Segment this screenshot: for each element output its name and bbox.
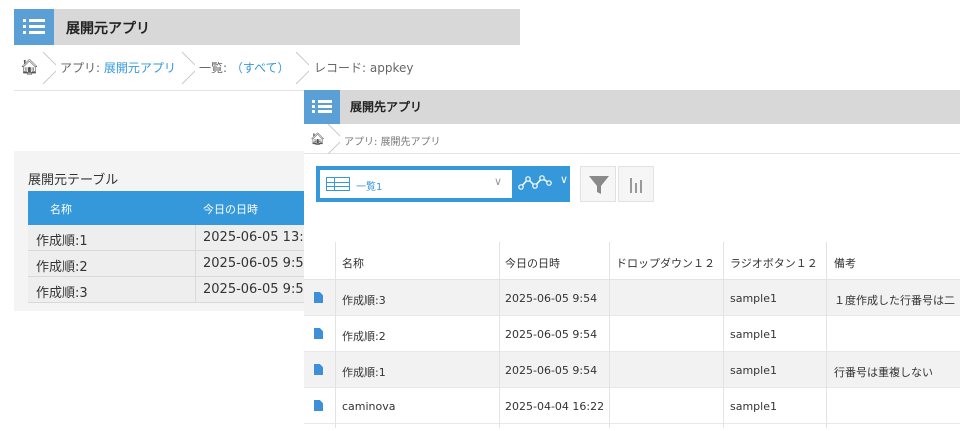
table-view-icon: [326, 177, 350, 191]
source-app-title: 展開元アプリ: [66, 21, 150, 37]
view-name: 一覧1: [356, 182, 383, 193]
breadcrumb: 🏠︎ アプリ: 展開元アプリ 一覧: （すべて） レコード: appkey: [14, 45, 520, 91]
view-dropdown[interactable]: 一覧1 ∨: [320, 170, 512, 198]
chevron-down-icon[interactable]: ∨: [560, 173, 568, 186]
column-header-notes[interactable]: 備考: [834, 255, 856, 271]
table-row[interactable]: 作成順:2 2025-06-05 9:54 sample1: [304, 316, 960, 352]
home-icon[interactable]: 🏠︎: [310, 132, 325, 146]
bar-chart-icon: [630, 178, 642, 193]
column-header-datetime[interactable]: 今日の日時: [505, 255, 560, 271]
document-icon[interactable]: [314, 292, 323, 303]
record-list-header: 名称 今日の日時 ドロップダウン１２ ラジオボタン１２ 備考: [304, 242, 960, 280]
home-icon[interactable]: 🏠︎: [20, 58, 39, 76]
target-app-header: 展開先アプリ: [304, 90, 960, 124]
document-icon[interactable]: [314, 400, 323, 411]
column-header-name[interactable]: 名称: [342, 255, 364, 271]
column-divider: [723, 242, 724, 428]
source-app-header: 展開元アプリ: [14, 9, 520, 45]
target-app-window: 展開先アプリ 🏠︎ アプリ: 展開先アプリ 一覧1 ∨ ∨ 名称 今日の日時 ド…: [304, 90, 960, 431]
breadcrumb-app[interactable]: アプリ: 展開元アプリ: [60, 59, 176, 76]
column-header-radio[interactable]: ラジオボタン１２: [730, 255, 818, 271]
column-header-dropdown[interactable]: ドロップダウン１２: [616, 255, 715, 271]
column-divider: [609, 242, 610, 428]
view-selector[interactable]: 一覧1 ∨ ∨: [316, 166, 570, 202]
column-header-name: 名称: [50, 203, 72, 216]
column-divider: [826, 242, 827, 428]
table-row[interactable]: 作成順:1 2025-06-05 9:54 sample1 行番号は重複しない: [304, 352, 960, 388]
filter-button[interactable]: [580, 166, 616, 202]
breadcrumb-record: レコード: appkey: [314, 61, 414, 75]
breadcrumb-app[interactable]: アプリ: 展開先アプリ: [344, 133, 441, 148]
app-menu-icon[interactable]: [304, 90, 340, 124]
breadcrumb-list[interactable]: 一覧: （すべて）: [199, 59, 290, 76]
graph-icon[interactable]: [518, 173, 552, 193]
target-app-title: 展開先アプリ: [350, 100, 423, 114]
table-row[interactable]: caminova 2025-04-04 16:22 sample1: [304, 388, 960, 424]
column-divider: [499, 242, 500, 428]
filter-icon: [589, 176, 609, 194]
document-icon[interactable]: [314, 328, 323, 339]
chevron-down-icon: ∨: [494, 175, 503, 188]
breadcrumb: 🏠︎ アプリ: 展開先アプリ: [304, 124, 960, 154]
chart-button[interactable]: [618, 166, 654, 202]
document-icon[interactable]: [314, 364, 323, 375]
column-header-datetime: 今日の日時: [203, 203, 258, 216]
app-menu-icon[interactable]: [14, 9, 54, 45]
column-divider: [335, 242, 336, 428]
table-caption: 展開元テーブル: [28, 173, 119, 188]
table-row[interactable]: 作成順:3 2025-06-05 9:54 sample1 １度作成した行番号は…: [304, 280, 960, 316]
